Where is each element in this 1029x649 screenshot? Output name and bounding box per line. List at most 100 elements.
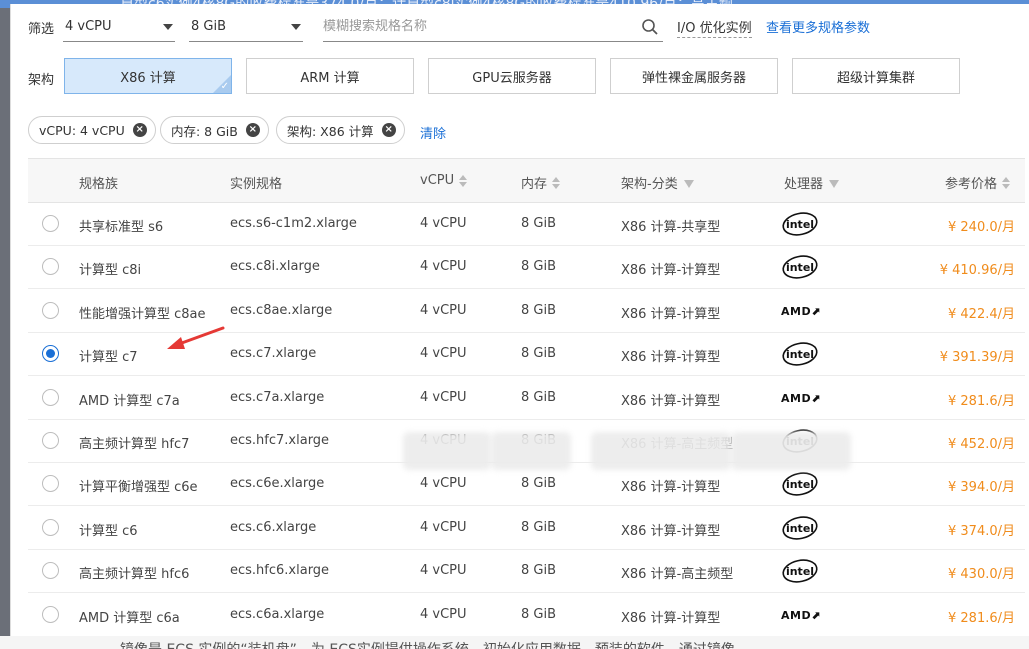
- table-row[interactable]: 计算型 c6 ecs.c6.xlarge 4 vCPU 8 GiB X86 计算-计算型…: [28, 506, 1025, 550]
- memory-select-value: 8 GiB: [191, 19, 227, 34]
- row-radio[interactable]: [42, 215, 59, 232]
- filter-icon[interactable]: [829, 179, 840, 188]
- column-header-label: 规格族: [79, 177, 119, 192]
- amd-logo-icon: AMD⬈: [781, 391, 821, 405]
- search-input[interactable]: [323, 19, 633, 34]
- intel-logo-icon: intel: [782, 212, 818, 236]
- table-row[interactable]: AMD 计算型 c7a ecs.c7a.xlarge 4 vCPU 8 GiB X86 …: [28, 376, 1025, 420]
- filter-tag-arch: 架构: X86 计算 ×: [276, 116, 405, 144]
- intel-logo-icon: intel: [782, 255, 818, 280]
- cell-price: ¥ 281.6/月: [948, 393, 1015, 409]
- row-radio[interactable]: [42, 605, 59, 623]
- cell-family: 计算平衡增强型 c6e: [79, 480, 198, 496]
- sort-icon[interactable]: [1002, 176, 1011, 189]
- arch-option-label: 弹性裸金属服务器: [641, 70, 746, 86]
- filter-tag-label: 内存: 8 GiB: [171, 123, 238, 139]
- cell-arch: X86 计算-计算型: [621, 306, 721, 322]
- row-radio[interactable]: [42, 562, 59, 580]
- memory-select[interactable]: 8 GiB: [189, 12, 303, 42]
- table-row[interactable]: 高主频计算型 hfc6 ecs.hfc6.xlarge 4 vCPU 8 GiB X86…: [28, 550, 1025, 594]
- cell-spec: ecs.s6-c1m2.xlarge: [230, 216, 357, 231]
- column-header-family: 规格族: [79, 173, 118, 192]
- arch-option-baremetal[interactable]: 弹性裸金属服务器: [610, 58, 778, 94]
- check-icon: ✓: [220, 81, 229, 92]
- arch-option-label: X86 计算: [120, 70, 176, 86]
- vcpu-select-value: 4 vCPU: [65, 19, 112, 34]
- cell-spec: ecs.c6e.xlarge: [230, 476, 325, 492]
- intel-logo-icon: intel: [782, 559, 818, 583]
- cell-spec: ecs.c8ae.xlarge: [230, 302, 333, 318]
- row-radio[interactable]: [42, 345, 59, 363]
- sort-icon[interactable]: [552, 176, 561, 189]
- filter-label: 筛选: [28, 22, 55, 37]
- instance-spec-panel: 筛选 4 vCPU 8 GiB I/O 优化实例 查看更多规格参数 架构 X86…: [10, 4, 1029, 637]
- arch-option-x86[interactable]: X86 计算 ✓: [64, 58, 232, 94]
- close-icon[interactable]: ×: [381, 123, 396, 137]
- table-row[interactable]: AMD 计算型 c6a ecs.c6a.xlarge 4 vCPU 8 GiB X86 …: [28, 593, 1025, 637]
- blurred-region: [491, 432, 571, 470]
- cell-memory: 8 GiB: [521, 302, 557, 318]
- row-radio[interactable]: [42, 301, 59, 319]
- filter-tag-label: vCPU: 4 vCPU: [39, 122, 125, 138]
- background-banner-bottom: 镜像是 ECS 实例的“装机盘”，为 ECS实例提供操作系统、初始化应用数据、预…: [0, 636, 1029, 649]
- cell-family: 高主频计算型 hfc6: [79, 567, 190, 583]
- cell-spec: ecs.c6a.xlarge: [230, 606, 325, 622]
- svg-text:intel: intel: [786, 522, 814, 535]
- cell-vcpu: 4 vCPU: [420, 302, 467, 318]
- svg-text:intel: intel: [786, 478, 814, 491]
- close-icon[interactable]: ×: [132, 123, 147, 137]
- filter-tag-label: 架构: X86 计算: [287, 123, 374, 139]
- cell-spec: ecs.hfc6.xlarge: [230, 563, 330, 579]
- cell-memory: 8 GiB: [521, 563, 557, 579]
- arch-option-arm[interactable]: ARM 计算: [246, 58, 414, 94]
- chevron-down-icon: [163, 23, 173, 30]
- column-header-cpu[interactable]: 处理器: [784, 173, 840, 192]
- arch-option-gpu[interactable]: GPU云服务器: [428, 58, 596, 94]
- row-radio[interactable]: [42, 518, 59, 536]
- io-optimized-toggle[interactable]: I/O 优化实例: [677, 17, 752, 38]
- column-header-vcpu[interactable]: vCPU: [420, 173, 468, 188]
- cell-spec: ecs.c7.xlarge: [230, 346, 317, 362]
- cell-price: ¥ 394.0/月: [948, 480, 1015, 496]
- row-radio[interactable]: [42, 475, 59, 493]
- table-row[interactable]: 共享标准型 s6 ecs.s6-c1m2.xlarge 4 vCPU 8 GiB X86…: [28, 203, 1025, 246]
- cell-family: AMD 计算型 c7a: [79, 393, 180, 409]
- column-header-arch[interactable]: 架构-分类: [621, 173, 694, 192]
- blurred-region: [403, 432, 491, 470]
- table-header: 规格族 实例规格 vCPU 内存 架构-分类 处理器 参考价格: [28, 159, 1025, 203]
- row-radio[interactable]: [42, 258, 59, 276]
- arch-option-supercomputing[interactable]: 超级计算集群: [792, 58, 960, 94]
- sort-icon[interactable]: [459, 174, 468, 187]
- red-arrow-icon: [167, 326, 225, 349]
- cell-memory: 8 GiB: [521, 476, 557, 492]
- column-header-label: 处理器: [784, 177, 824, 192]
- cell-price: ¥ 281.6/月: [948, 610, 1015, 626]
- amd-logo-icon: AMD⬈: [781, 608, 821, 622]
- arch-label: 架构: [28, 73, 55, 88]
- column-header-price[interactable]: 参考价格: [945, 173, 1011, 192]
- svg-text:intel: intel: [786, 565, 814, 578]
- arch-option-label: GPU云服务器: [472, 70, 552, 86]
- cell-memory: 8 GiB: [521, 259, 557, 275]
- filter-icon[interactable]: [683, 179, 694, 188]
- cell-family: 计算型 c7: [79, 350, 138, 366]
- close-icon[interactable]: ×: [245, 123, 260, 137]
- vcpu-select[interactable]: 4 vCPU: [63, 12, 175, 42]
- cell-price: ¥ 452.0/月: [948, 437, 1015, 452]
- row-radio[interactable]: [42, 432, 59, 449]
- column-header-label: 实例规格: [230, 177, 283, 192]
- more-params-link[interactable]: 查看更多规格参数: [766, 17, 870, 36]
- search-icon[interactable]: [641, 18, 659, 36]
- chevron-down-icon: [291, 23, 301, 30]
- cell-arch: X86 计算-计算型: [621, 610, 721, 626]
- blurred-region: [731, 432, 851, 470]
- cell-family: 共享标准型 s6: [79, 220, 164, 235]
- clear-filters-link[interactable]: 清除: [420, 123, 446, 142]
- column-header-memory[interactable]: 内存: [521, 173, 561, 192]
- intel-logo-icon: intel: [782, 472, 818, 497]
- cell-vcpu: 4 vCPU: [420, 389, 467, 405]
- row-radio[interactable]: [42, 388, 59, 406]
- cell-memory: 8 GiB: [521, 389, 557, 405]
- table-row[interactable]: 计算型 c8i ecs.c8i.xlarge 4 vCPU 8 GiB X86 计算-计…: [28, 246, 1025, 290]
- svg-text:intel: intel: [786, 218, 814, 231]
